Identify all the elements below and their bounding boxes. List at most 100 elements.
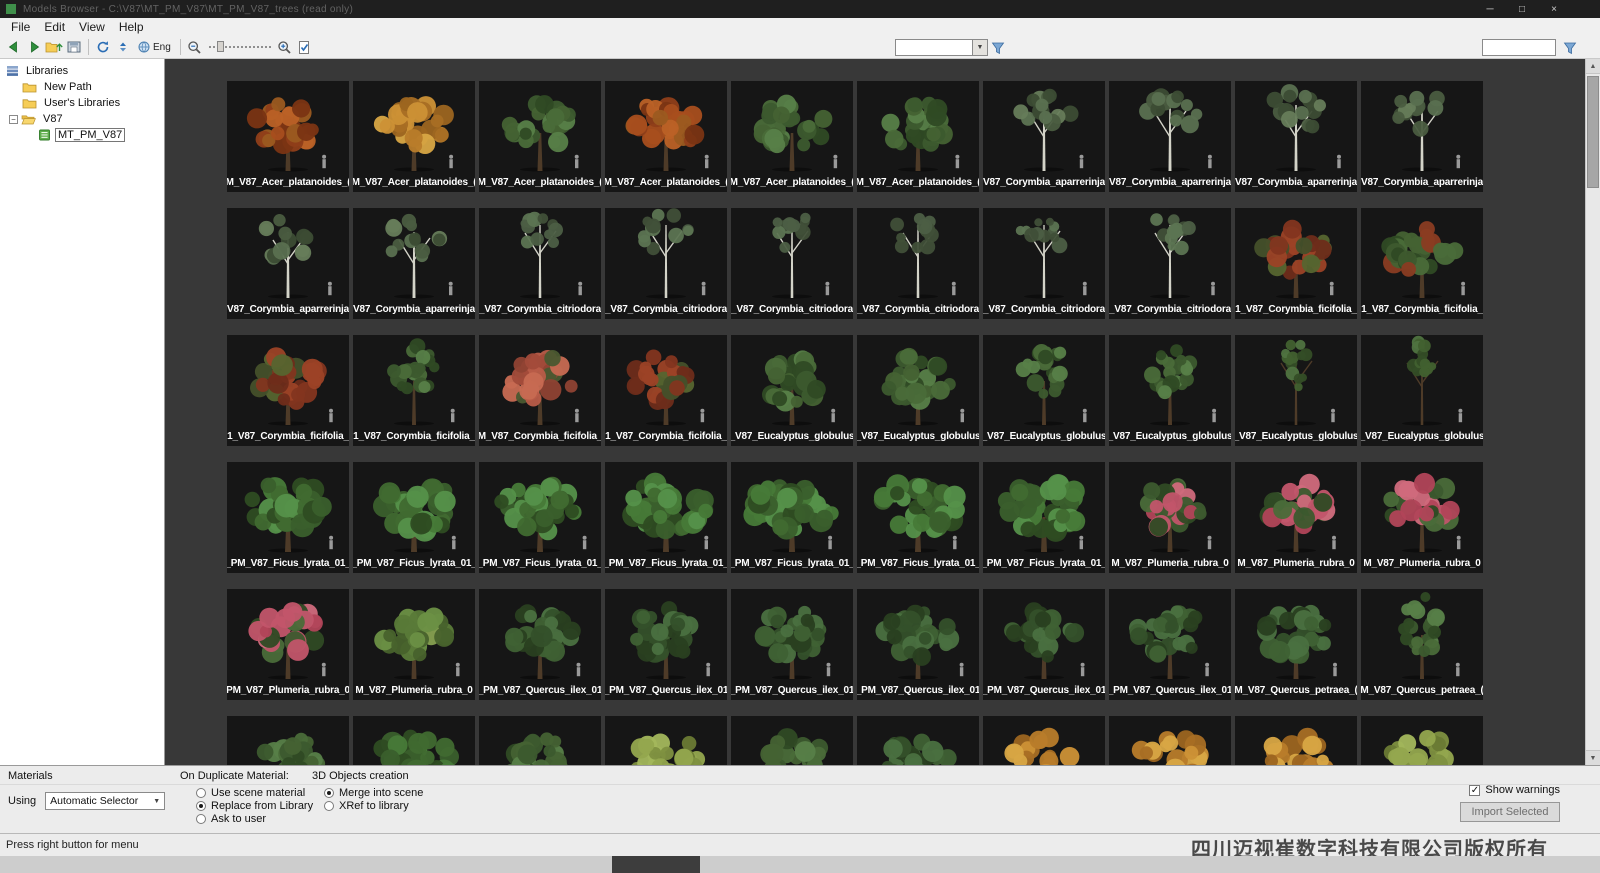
asset-item[interactable] bbox=[1109, 716, 1231, 765]
asset-item[interactable]: 1_V87_Corymbia_ficifolia_ bbox=[227, 335, 349, 446]
asset-item[interactable] bbox=[479, 716, 601, 765]
radio-option[interactable]: Replace from Library bbox=[196, 800, 313, 812]
radio-option[interactable]: Ask to user bbox=[196, 813, 313, 825]
asset-item[interactable]: _PM_V87_Ficus_lyrata_01_ bbox=[479, 462, 601, 573]
asset-item[interactable]: M_V87_Quercus_petraea_( bbox=[1361, 589, 1483, 700]
asset-item[interactable]: V87_Corymbia_aparrerinja bbox=[227, 208, 349, 319]
save-library-button[interactable] bbox=[64, 38, 84, 57]
asset-item[interactable]: M_V87_Quercus_petraea_( bbox=[1235, 589, 1357, 700]
asset-item[interactable]: _V87_Corymbia_citriodora bbox=[1109, 208, 1231, 319]
asset-item[interactable]: M_V87_Acer_platanoides_( bbox=[479, 81, 601, 192]
radio-option[interactable]: Merge into scene bbox=[324, 787, 423, 799]
thumbnail-size-slider[interactable] bbox=[208, 40, 271, 54]
asset-item[interactable]: PM_V87_Plumeria_rubra_0 bbox=[227, 589, 349, 700]
show-warnings-option[interactable]: ✓ Show warnings bbox=[1469, 784, 1560, 796]
scroll-up-button[interactable]: ▲ bbox=[1586, 59, 1600, 74]
asset-item[interactable]: M_V87_Corymbia_ficifolia_ bbox=[479, 335, 601, 446]
asset-item[interactable] bbox=[857, 716, 979, 765]
asset-item[interactable]: _V87_Eucalyptus_globulus bbox=[857, 335, 979, 446]
asset-item[interactable] bbox=[353, 716, 475, 765]
asset-item[interactable]: 1_V87_Corymbia_ficifolia_ bbox=[1361, 208, 1483, 319]
asset-item[interactable]: V87_Corymbia_aparrerinja bbox=[1235, 81, 1357, 192]
asset-item[interactable]: M_V87_Plumeria_rubra_0 bbox=[1235, 462, 1357, 573]
asset-item[interactable]: _PM_V87_Ficus_lyrata_01_ bbox=[605, 462, 727, 573]
vertical-scrollbar[interactable]: ▲ ▼ bbox=[1585, 59, 1600, 765]
sidebar-item-mt-pm-v87[interactable]: MT_PM_V87 bbox=[0, 127, 164, 143]
asset-item[interactable] bbox=[605, 716, 727, 765]
back-button[interactable] bbox=[4, 38, 24, 57]
search-filter-input[interactable] bbox=[895, 39, 973, 56]
asset-item[interactable]: _V87_Eucalyptus_globulus bbox=[1235, 335, 1357, 446]
sidebar-item-user-s-libraries[interactable]: User's Libraries bbox=[0, 95, 164, 111]
asset-item[interactable]: _PM_V87_Ficus_lyrata_01_ bbox=[353, 462, 475, 573]
language-button[interactable]: Eng bbox=[133, 41, 176, 53]
asset-item[interactable]: _V87_Corymbia_citriodora bbox=[983, 208, 1105, 319]
asset-item[interactable] bbox=[227, 716, 349, 765]
asset-item[interactable]: _PM_V87_Ficus_lyrata_01_ bbox=[983, 462, 1105, 573]
radio-option[interactable]: XRef to library bbox=[324, 800, 423, 812]
asset-item[interactable]: V87_Corymbia_aparrerinja bbox=[353, 208, 475, 319]
search-dropdown-button[interactable]: ▼ bbox=[973, 39, 988, 56]
asset-item[interactable]: M_V87_Acer_platanoides_( bbox=[353, 81, 475, 192]
asset-item[interactable]: _V87_Eucalyptus_globulus bbox=[1109, 335, 1231, 446]
forward-button[interactable] bbox=[24, 38, 44, 57]
asset-item[interactable]: V87_Corymbia_aparrerinja bbox=[1361, 81, 1483, 192]
radio-icon[interactable] bbox=[196, 800, 206, 811]
menu-help[interactable]: Help bbox=[112, 19, 151, 35]
asset-item[interactable]: _PM_V87_Quercus_ilex_01 bbox=[857, 589, 979, 700]
select-checked-button[interactable] bbox=[295, 38, 315, 57]
menu-view[interactable]: View bbox=[72, 19, 112, 35]
menu-file[interactable]: File bbox=[4, 19, 37, 35]
asset-item[interactable]: _PM_V87_Quercus_ilex_01 bbox=[983, 589, 1105, 700]
asset-item[interactable]: _PM_V87_Ficus_lyrata_01_ bbox=[227, 462, 349, 573]
radio-option[interactable]: Use scene material bbox=[196, 787, 313, 799]
radio-icon[interactable] bbox=[324, 800, 334, 811]
asset-item[interactable]: _PM_V87_Quercus_ilex_01 bbox=[479, 589, 601, 700]
asset-item[interactable]: _V87_Corymbia_citriodora bbox=[857, 208, 979, 319]
asset-item[interactable] bbox=[983, 716, 1105, 765]
asset-item[interactable]: _V87_Corymbia_citriodora bbox=[731, 208, 853, 319]
asset-item[interactable]: M_V87_Plumeria_rubra_0 bbox=[1361, 462, 1483, 573]
asset-item[interactable]: _PM_V87_Quercus_ilex_01 bbox=[731, 589, 853, 700]
sidebar-item-v87[interactable]: − V87 bbox=[0, 111, 164, 127]
asset-item[interactable]: _PM_V87_Quercus_ilex_01 bbox=[1109, 589, 1231, 700]
scrollbar-thumb[interactable] bbox=[1587, 76, 1599, 188]
asset-item[interactable]: M_V87_Plumeria_rubra_0 bbox=[1109, 462, 1231, 573]
asset-item[interactable]: M_V87_Acer_platanoides_( bbox=[857, 81, 979, 192]
asset-item[interactable]: V87_Corymbia_aparrerinja bbox=[983, 81, 1105, 192]
asset-item[interactable]: _PM_V87_Ficus_lyrata_01_ bbox=[857, 462, 979, 573]
asset-item[interactable]: 1_V87_Corymbia_ficifolia_ bbox=[353, 335, 475, 446]
zoom-in-button[interactable] bbox=[275, 38, 295, 57]
asset-item[interactable]: 1_V87_Corymbia_ficifolia_ bbox=[1235, 208, 1357, 319]
slider-handle[interactable] bbox=[216, 41, 224, 52]
scroll-down-button[interactable]: ▼ bbox=[1586, 750, 1600, 765]
asset-item[interactable]: _V87_Eucalyptus_globulus bbox=[1361, 335, 1483, 446]
filter-icon[interactable] bbox=[988, 38, 1008, 57]
import-selected-button[interactable]: Import Selected bbox=[1460, 802, 1560, 822]
open-folder-button[interactable] bbox=[44, 38, 64, 57]
radio-icon[interactable] bbox=[324, 787, 334, 798]
asset-item[interactable]: _V87_Corymbia_citriodora bbox=[479, 208, 601, 319]
asset-item[interactable] bbox=[1361, 716, 1483, 765]
menu-edit[interactable]: Edit bbox=[37, 19, 72, 35]
material-selector-dropdown[interactable]: Automatic Selector ▼ bbox=[45, 792, 166, 810]
maximize-button[interactable]: □ bbox=[1506, 0, 1538, 18]
asset-item[interactable]: M_V87_Acer_platanoides_( bbox=[605, 81, 727, 192]
asset-item[interactable]: M_V87_Plumeria_rubra_0 bbox=[353, 589, 475, 700]
asset-item[interactable]: M_V87_Acer_platanoides_( bbox=[731, 81, 853, 192]
asset-item[interactable]: _V87_Corymbia_citriodora bbox=[605, 208, 727, 319]
sidebar-item-new-path[interactable]: New Path bbox=[0, 79, 164, 95]
radio-icon[interactable] bbox=[196, 787, 206, 798]
path-filter-input[interactable] bbox=[1482, 39, 1556, 56]
asset-item[interactable]: M_V87_Acer_platanoides_( bbox=[227, 81, 349, 192]
tree-expander-icon[interactable]: − bbox=[9, 114, 18, 124]
zoom-out-button[interactable] bbox=[185, 38, 205, 57]
minimize-button[interactable]: ─ bbox=[1474, 0, 1506, 18]
asset-item[interactable]: _PM_V87_Quercus_ilex_01 bbox=[605, 589, 727, 700]
asset-item[interactable] bbox=[731, 716, 853, 765]
asset-item[interactable]: 1_V87_Corymbia_ficifolia_ bbox=[605, 335, 727, 446]
sidebar-item-libraries[interactable]: Libraries bbox=[0, 63, 164, 79]
filter-right-icon[interactable] bbox=[1560, 38, 1580, 57]
refresh-button[interactable] bbox=[93, 38, 113, 57]
asset-item[interactable]: _PM_V87_Ficus_lyrata_01_ bbox=[731, 462, 853, 573]
